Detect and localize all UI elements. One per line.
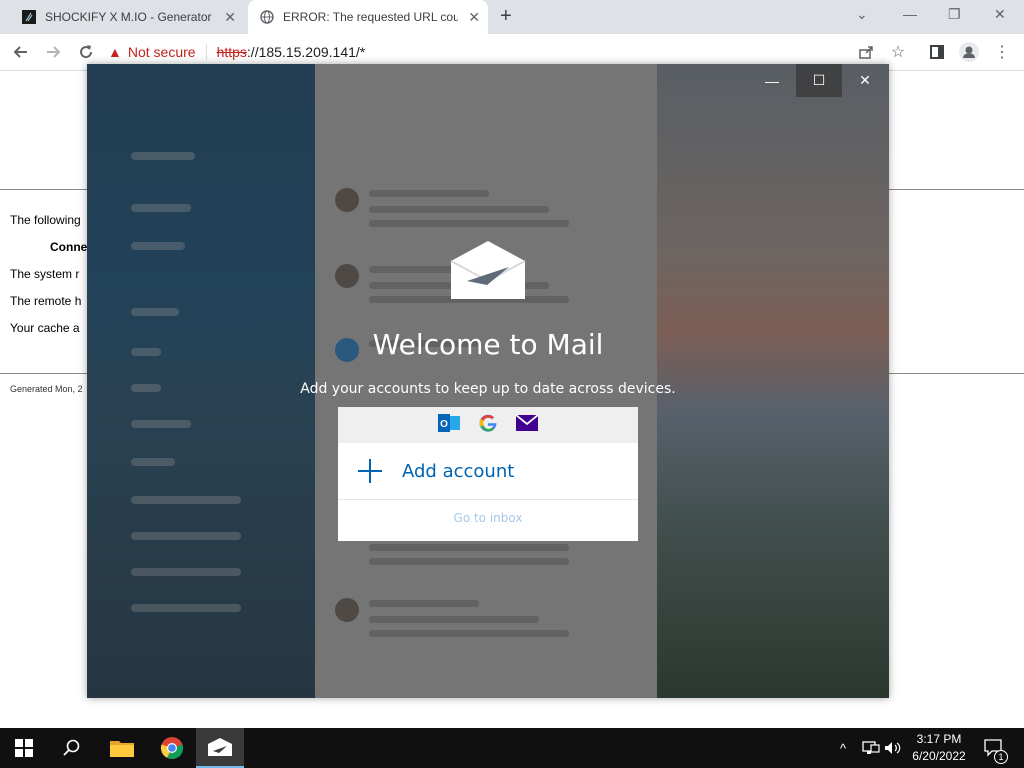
google-icon bbox=[478, 413, 498, 438]
clock-date: 6/20/2022 bbox=[912, 749, 966, 763]
error-text: The system r bbox=[10, 267, 80, 281]
chrome-icon[interactable] bbox=[148, 728, 196, 768]
error-text: Conne bbox=[50, 240, 88, 254]
mail-taskbar-icon[interactable] bbox=[196, 728, 244, 768]
bookmark-star-icon[interactable]: ☆ bbox=[887, 41, 909, 63]
mail-close-button[interactable]: ✕ bbox=[842, 64, 888, 97]
error-text: The remote h bbox=[10, 294, 82, 308]
restore-button[interactable]: ❐ bbox=[948, 6, 961, 23]
reload-icon[interactable] bbox=[75, 41, 97, 63]
tab-shockify[interactable]: SHOCKIFY X M.IO - Generator ✕ bbox=[8, 0, 244, 34]
outlook-icon: O bbox=[438, 413, 460, 438]
network-icon[interactable] bbox=[862, 728, 880, 768]
generated-footer: Generated Mon, 2 bbox=[10, 384, 83, 394]
address-bar[interactable]: ▲ Not secure https ://185.15.209.141/* bbox=[108, 38, 848, 66]
tab-search-icon[interactable]: ⌄ bbox=[856, 6, 868, 23]
error-text: Your cache a bbox=[10, 321, 80, 335]
url-text: ://185.15.209.141/* bbox=[246, 44, 366, 60]
browser-tab-strip: SHOCKIFY X M.IO - Generator ✕ ERROR: The… bbox=[0, 0, 1024, 34]
add-account-label: Add account bbox=[402, 460, 515, 482]
account-panel: O Add account Go to inbox bbox=[338, 407, 638, 541]
menu-kebab-icon[interactable]: ⋮ bbox=[991, 41, 1013, 63]
search-icon[interactable] bbox=[48, 728, 96, 768]
error-text: The following bbox=[10, 213, 81, 227]
mail-icon bbox=[515, 413, 539, 436]
close-window-button[interactable]: ✕ bbox=[994, 6, 1006, 23]
notification-badge: 1 bbox=[994, 750, 1008, 764]
mail-minimize-button[interactable]: — bbox=[749, 64, 795, 97]
plus-icon bbox=[358, 459, 382, 483]
minimize-button[interactable]: — bbox=[903, 6, 917, 22]
tray-chevron-icon[interactable]: ^ bbox=[840, 728, 846, 768]
side-panel-icon[interactable] bbox=[926, 41, 948, 63]
file-explorer-icon[interactable] bbox=[98, 728, 146, 768]
notification-center-icon[interactable]: 1 bbox=[984, 728, 1008, 768]
close-tab-icon[interactable]: ✕ bbox=[224, 9, 236, 25]
new-tab-button[interactable]: + bbox=[500, 5, 512, 27]
mail-app-window: — ☐ ✕ Welcome to Mail Add your accounts … bbox=[87, 64, 889, 698]
welcome-subtitle: Add your accounts to keep up to date acr… bbox=[300, 381, 676, 397]
taskbar: ^ 3:17 PM 6/20/2022 1 bbox=[0, 728, 1024, 768]
close-tab-icon[interactable]: ✕ bbox=[468, 9, 480, 25]
share-icon[interactable] bbox=[855, 41, 877, 63]
system-clock[interactable]: 3:17 PM 6/20/2022 bbox=[900, 731, 978, 765]
warning-icon: ▲ bbox=[108, 44, 122, 60]
globe-icon bbox=[260, 10, 274, 24]
welcome-title: Welcome to Mail bbox=[372, 328, 604, 361]
tab-title: SHOCKIFY X M.IO - Generator bbox=[45, 10, 212, 24]
security-indicator[interactable]: Not secure bbox=[128, 44, 196, 60]
profile-avatar-icon[interactable] bbox=[958, 41, 980, 63]
svg-text:O: O bbox=[440, 419, 448, 430]
tab-error[interactable]: ERROR: The requested URL could not be re… bbox=[248, 0, 488, 34]
go-to-inbox-link[interactable]: Go to inbox bbox=[338, 511, 638, 525]
back-icon[interactable] bbox=[10, 41, 32, 63]
clock-time: 3:17 PM bbox=[916, 732, 962, 746]
tab-title: ERROR: The requested URL could not be re… bbox=[283, 10, 458, 24]
shockify-favicon-icon bbox=[22, 10, 36, 24]
url-scheme: https bbox=[216, 44, 247, 60]
provider-icons: O bbox=[338, 407, 638, 443]
add-account-button[interactable]: Add account bbox=[338, 443, 638, 500]
start-button[interactable] bbox=[0, 728, 48, 768]
mail-envelope-icon bbox=[449, 239, 527, 301]
mail-maximize-button[interactable]: ☐ bbox=[796, 64, 842, 97]
forward-icon[interactable] bbox=[42, 41, 64, 63]
divider bbox=[205, 44, 207, 60]
